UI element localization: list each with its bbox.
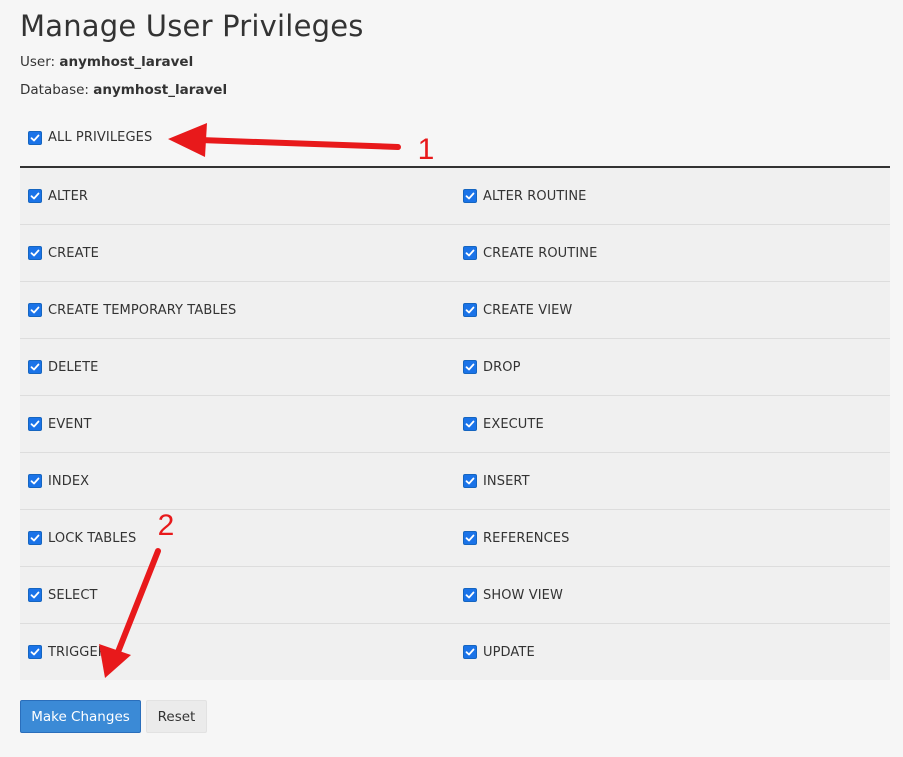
privilege-option[interactable]: TRIGGER [20, 624, 455, 680]
checkmark-icon [30, 420, 40, 428]
privilege-checkbox[interactable] [463, 531, 477, 545]
privilege-checkbox[interactable] [28, 246, 42, 260]
checkmark-icon [465, 363, 475, 371]
privilege-option[interactable]: UPDATE [455, 624, 890, 680]
checkmark-icon [30, 648, 40, 656]
privilege-checkbox[interactable] [463, 189, 477, 203]
privilege-label: UPDATE [483, 644, 535, 660]
checkmark-icon [465, 420, 475, 428]
privilege-checkbox[interactable] [463, 588, 477, 602]
privilege-row: LOCK TABLES REFERENCES [20, 510, 890, 567]
privilege-option[interactable]: DELETE [20, 339, 455, 395]
checkmark-icon [465, 306, 475, 314]
checkmark-icon [465, 477, 475, 485]
privileges-table: ALTER ALTER ROUTINE CREATE CREATE ROUTINE CR… [20, 166, 890, 680]
checkmark-icon [30, 534, 40, 542]
privilege-option[interactable]: DROP [455, 339, 890, 395]
checkmark-icon [465, 534, 475, 542]
privilege-option[interactable]: LOCK TABLES [20, 510, 455, 566]
reset-button[interactable]: Reset [146, 700, 207, 733]
checkmark-icon [30, 363, 40, 371]
privilege-option[interactable]: ALTER [20, 168, 455, 224]
privilege-label: INDEX [48, 473, 90, 489]
database-value: anymhost_laravel [93, 82, 228, 98]
privilege-option[interactable]: INSERT [455, 453, 890, 509]
page-title: Manage User Privileges [20, 9, 364, 43]
privilege-label: REFERENCES [483, 530, 570, 546]
privilege-row: EVENT EXECUTE [20, 396, 890, 453]
privilege-option[interactable]: ALTER ROUTINE [455, 168, 890, 224]
all-privileges-label: ALL PRIVILEGES [48, 130, 153, 145]
checkmark-icon [30, 591, 40, 599]
privilege-label: DELETE [48, 359, 99, 375]
annotation-number-1: 1 [418, 133, 435, 166]
privilege-option[interactable]: SELECT [20, 567, 455, 623]
privilege-checkbox[interactable] [28, 474, 42, 488]
privilege-checkbox[interactable] [28, 645, 42, 659]
privilege-label: DROP [483, 359, 521, 375]
privilege-label: SELECT [48, 587, 98, 603]
privilege-row: TRIGGER UPDATE [20, 624, 890, 680]
privilege-row: DELETE DROP [20, 339, 890, 396]
privilege-checkbox[interactable] [463, 246, 477, 260]
all-privileges-option[interactable]: ALL PRIVILEGES [28, 130, 152, 145]
privilege-label: ALTER ROUTINE [483, 188, 587, 204]
checkmark-icon [465, 192, 475, 200]
checkmark-icon [465, 591, 475, 599]
privilege-checkbox[interactable] [28, 303, 42, 317]
checkmark-icon [465, 648, 475, 656]
checkmark-icon [30, 134, 40, 141]
privilege-row: SELECT SHOW VIEW [20, 567, 890, 624]
privilege-row: INDEX INSERT [20, 453, 890, 510]
make-changes-button[interactable]: Make Changes [20, 700, 141, 733]
privilege-checkbox[interactable] [28, 531, 42, 545]
privilege-checkbox[interactable] [463, 645, 477, 659]
checkmark-icon [30, 249, 40, 257]
privilege-label: SHOW VIEW [483, 587, 563, 603]
privilege-checkbox[interactable] [463, 360, 477, 374]
privilege-checkbox[interactable] [463, 474, 477, 488]
privilege-label: EXECUTE [483, 416, 544, 432]
privilege-label: CREATE TEMPORARY TABLES [48, 302, 237, 318]
privilege-checkbox[interactable] [28, 360, 42, 374]
checkmark-icon [30, 192, 40, 200]
privilege-option[interactable]: CREATE TEMPORARY TABLES [20, 282, 455, 338]
privilege-row: CREATE CREATE ROUTINE [20, 225, 890, 282]
privilege-label: TRIGGER [48, 644, 107, 660]
privilege-checkbox[interactable] [28, 417, 42, 431]
privilege-option[interactable]: CREATE VIEW [455, 282, 890, 338]
user-value: anymhost_laravel [59, 54, 194, 70]
all-privileges-checkbox[interactable] [28, 130, 42, 145]
privilege-label: LOCK TABLES [48, 530, 137, 546]
privilege-checkbox[interactable] [28, 588, 42, 602]
privilege-label: ALTER [48, 188, 89, 204]
checkmark-icon [465, 249, 475, 257]
privilege-label: INSERT [483, 473, 530, 489]
checkmark-icon [30, 306, 40, 314]
privilege-option[interactable]: EXECUTE [455, 396, 890, 452]
privilege-option[interactable]: CREATE ROUTINE [455, 225, 890, 281]
privilege-option[interactable]: CREATE [20, 225, 455, 281]
privilege-option[interactable]: SHOW VIEW [455, 567, 890, 623]
checkmark-icon [30, 477, 40, 485]
user-label: User: [20, 54, 56, 70]
privilege-checkbox[interactable] [28, 189, 42, 203]
privilege-label: EVENT [48, 416, 92, 432]
privilege-checkbox[interactable] [463, 303, 477, 317]
privilege-label: CREATE ROUTINE [483, 245, 598, 261]
privilege-checkbox[interactable] [463, 417, 477, 431]
privilege-label: CREATE [48, 245, 99, 261]
privilege-label: CREATE VIEW [483, 302, 573, 318]
privilege-row: ALTER ALTER ROUTINE [20, 168, 890, 225]
privilege-option[interactable]: INDEX [20, 453, 455, 509]
database-label: Database: [20, 82, 89, 98]
annotation-arrow-1 [168, 123, 401, 157]
privilege-option[interactable]: EVENT [20, 396, 455, 452]
privilege-row: CREATE TEMPORARY TABLES CREATE VIEW [20, 282, 890, 339]
user-info: User: anymhost_laravel [20, 54, 193, 70]
privilege-option[interactable]: REFERENCES [455, 510, 890, 566]
database-info: Database: anymhost_laravel [20, 82, 227, 98]
